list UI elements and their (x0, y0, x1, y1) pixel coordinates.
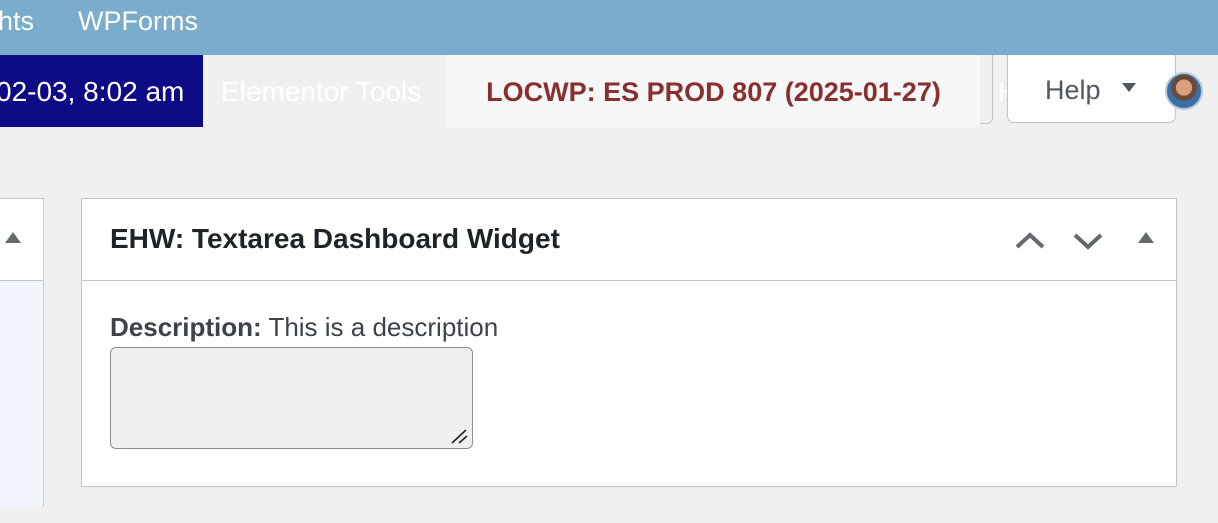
admin-bar-site-label[interactable]: LOCWP: ES PROD 807 (2025-01-27) (446, 55, 981, 127)
description-textarea[interactable] (110, 347, 473, 449)
description-line: Description: This is a description (110, 312, 498, 343)
admin-bar-elementor-tools[interactable]: Elementor Tools (203, 55, 446, 127)
screen-options-tab-edge (980, 55, 993, 124)
widget-title: EHW: Textarea Dashboard Widget (110, 223, 560, 254)
triangle-up-icon[interactable] (1138, 232, 1154, 243)
widget-header: EHW: Textarea Dashboard Widget (82, 199, 1176, 281)
chevron-down-icon[interactable] (1072, 225, 1104, 257)
description-text: This is a description (261, 312, 499, 342)
top-nav-item-insights[interactable]: hts (0, 0, 34, 42)
description-label: Description: (110, 312, 262, 342)
admin-bar-datetime[interactable]: 02-03, 8:02 am (0, 55, 203, 127)
adjacent-widget-panel (0, 198, 44, 507)
chevron-up-icon[interactable] (1014, 225, 1046, 257)
adjacent-widget-body (0, 280, 43, 507)
textarea-dashboard-widget: EHW: Textarea Dashboard Widget Descripti… (81, 198, 1177, 487)
caret-down-icon (1122, 83, 1136, 92)
help-label: Help (1045, 75, 1101, 105)
help-button[interactable]: Help (1007, 55, 1176, 123)
resize-handle-icon[interactable] (448, 427, 470, 445)
top-nav-bar: hts WPForms (0, 0, 1218, 55)
top-nav-item-wpforms[interactable]: WPForms (78, 0, 198, 42)
triangle-up-icon[interactable] (5, 232, 21, 243)
avatar[interactable] (1165, 72, 1203, 110)
